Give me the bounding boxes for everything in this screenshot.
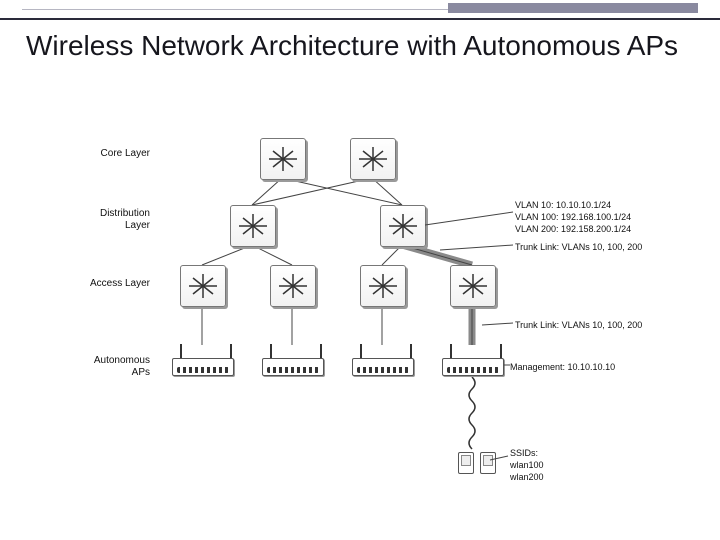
note-management: Management: 10.10.10.10 (510, 362, 615, 373)
note-trunk-dist: Trunk Link: VLANs 10, 100, 200 (515, 242, 642, 253)
access-switch-3 (360, 265, 406, 307)
note-vlan200: VLAN 200: 192.158.200.1/24 (515, 224, 631, 235)
access-switch-2 (270, 265, 316, 307)
core-switch-2 (350, 138, 396, 180)
ap1-antenna-r (230, 344, 232, 358)
autonomous-ap-1 (172, 358, 234, 376)
header-rule (0, 0, 720, 20)
note-ssid2: wlan200 (510, 472, 544, 483)
note-vlan100: VLAN 100: 192.168.100.1/24 (515, 212, 631, 223)
ap4-antenna-r (500, 344, 502, 358)
ap3-antenna-r (410, 344, 412, 358)
note-vlan10: VLAN 10: 10.10.10.1/24 (515, 200, 611, 211)
core-switch-1 (260, 138, 306, 180)
distribution-switch-1 (230, 205, 276, 247)
ap1-antenna-l (180, 344, 182, 358)
ap2-antenna-r (320, 344, 322, 358)
ap2-antenna-l (270, 344, 272, 358)
access-switch-4 (450, 265, 496, 307)
label-autonomous-aps: Autonomous APs (75, 355, 150, 378)
autonomous-ap-3 (352, 358, 414, 376)
page-title: Wireless Network Architecture with Auton… (26, 30, 678, 62)
wireless-client-2 (480, 452, 496, 474)
ap3-antenna-l (360, 344, 362, 358)
label-core-layer: Core Layer (75, 148, 150, 160)
note-trunk-access: Trunk Link: VLANs 10, 100, 200 (515, 320, 642, 331)
note-ssids-header: SSIDs: (510, 448, 538, 459)
access-switch-1 (180, 265, 226, 307)
network-diagram: Core Layer Distribution Layer Access Lay… (90, 130, 650, 525)
autonomous-ap-2 (262, 358, 324, 376)
label-access-layer: Access Layer (75, 278, 150, 290)
label-distribution-layer: Distribution Layer (75, 208, 150, 231)
note-ssid1: wlan100 (510, 460, 544, 471)
distribution-switch-2 (380, 205, 426, 247)
autonomous-ap-4 (442, 358, 504, 376)
ap4-antenna-l (450, 344, 452, 358)
wireless-client-1 (458, 452, 474, 474)
